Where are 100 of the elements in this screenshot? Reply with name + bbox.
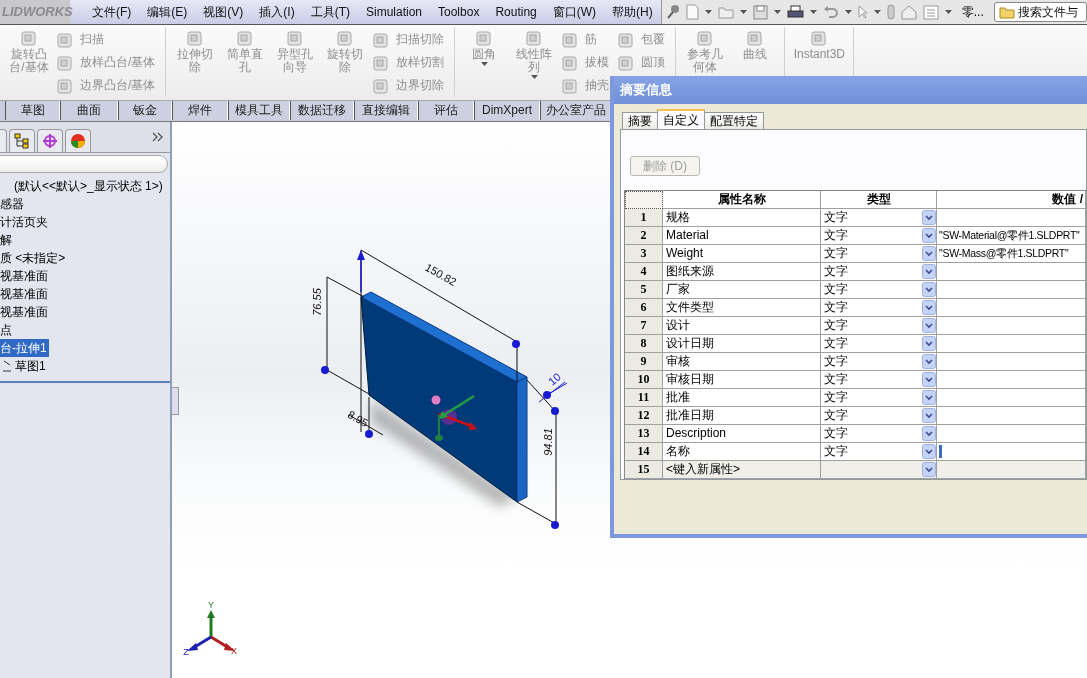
- table-cell[interactable]: 厂家: [663, 281, 821, 299]
- menu-item[interactable]: Routing: [487, 0, 545, 24]
- table-cell[interactable]: 图纸来源: [663, 263, 821, 281]
- save-icon[interactable]: [752, 4, 768, 20]
- tree-item[interactable]: 台-拉伸1: [0, 339, 49, 357]
- search-field[interactable]: 搜索文件与: [993, 2, 1087, 22]
- printer-icon[interactable]: [786, 4, 804, 20]
- menu-item[interactable]: Toolbox: [430, 0, 488, 24]
- type-dropdown[interactable]: 文字: [821, 335, 937, 353]
- dimension-lines-drawing[interactable]: [321, 249, 568, 529]
- undo-icon[interactable]: [822, 5, 839, 19]
- column-header[interactable]: 数值 /: [937, 191, 1086, 209]
- table-cell[interactable]: "SW-Mass@零件1.SLDPRT": [937, 245, 1086, 263]
- table-cell[interactable]: 规格: [663, 209, 821, 227]
- menu-item[interactable]: Simulation: [358, 0, 430, 24]
- type-dropdown[interactable]: 文字: [821, 281, 937, 299]
- table-cell[interactable]: [937, 263, 1086, 281]
- folder-icon[interactable]: [717, 5, 734, 19]
- menu-item[interactable]: 视图(V): [195, 0, 252, 24]
- dimension-label[interactable]: 8.95: [345, 408, 371, 430]
- tree-item[interactable]: (默认<<默认>_显示状态 1>): [0, 177, 165, 195]
- table-cell[interactable]: 审核: [663, 353, 821, 371]
- panel-tab[interactable]: [9, 129, 35, 152]
- dialog-tab[interactable]: 摘要: [622, 112, 658, 129]
- dimension-label[interactable]: 10: [545, 370, 563, 388]
- type-dropdown[interactable]: 文字: [821, 245, 937, 263]
- list-icon[interactable]: [922, 4, 939, 20]
- table-cell[interactable]: Weight: [663, 245, 821, 263]
- move-handle-drawing[interactable]: [431, 394, 477, 441]
- type-dropdown[interactable]: [821, 461, 937, 479]
- table-cell[interactable]: 设计日期: [663, 335, 821, 353]
- table-cell[interactable]: [937, 299, 1086, 317]
- filter-field[interactable]: [0, 155, 168, 173]
- command-tab[interactable]: 直接编辑: [354, 101, 418, 120]
- table-cell[interactable]: 名称: [663, 443, 821, 461]
- panel-tab[interactable]: [0, 129, 7, 152]
- table-cell[interactable]: [937, 317, 1086, 335]
- table-cell[interactable]: [937, 389, 1086, 407]
- command-tab[interactable]: DimXpert: [474, 101, 540, 120]
- command-tab[interactable]: 钣金: [118, 101, 172, 120]
- type-dropdown[interactable]: 文字: [821, 389, 937, 407]
- dimension-label[interactable]: 76.55: [311, 288, 323, 316]
- panel-tab[interactable]: [65, 129, 91, 152]
- type-dropdown[interactable]: 文字: [821, 299, 937, 317]
- new-property-cell[interactable]: <键入新属性>: [663, 461, 821, 479]
- type-dropdown[interactable]: 文字: [821, 371, 937, 389]
- dialog-tab[interactable]: 自定义: [657, 109, 705, 129]
- menu-item[interactable]: 文件(F): [84, 0, 140, 24]
- table-cell[interactable]: [937, 443, 1086, 461]
- type-dropdown[interactable]: 文字: [821, 209, 937, 227]
- table-cell[interactable]: Material: [663, 227, 821, 245]
- tree-item[interactable]: 计活页夹: [0, 213, 50, 231]
- tree-item[interactable]: 视基准面: [0, 267, 50, 285]
- dimension-label[interactable]: 94.81: [542, 428, 554, 456]
- table-cell[interactable]: 文件类型: [663, 299, 821, 317]
- tree-item[interactable]: 视基准面: [0, 303, 50, 321]
- table-cell[interactable]: 设计: [663, 317, 821, 335]
- menu-item[interactable]: 工具(T): [302, 0, 358, 24]
- dialog-tab[interactable]: 配置特定: [704, 112, 764, 129]
- table-cell[interactable]: [937, 371, 1086, 389]
- command-tab[interactable]: 草图: [5, 101, 60, 120]
- menu-item[interactable]: 编辑(E): [139, 0, 196, 24]
- type-dropdown[interactable]: 文字: [821, 263, 937, 281]
- command-tab[interactable]: 评估: [418, 101, 474, 120]
- command-tab[interactable]: 数据迁移: [290, 101, 354, 120]
- table-cell[interactable]: [937, 425, 1086, 443]
- pointer-icon[interactable]: [857, 5, 868, 19]
- table-cell[interactable]: Description: [663, 425, 821, 443]
- column-header[interactable]: 类型: [821, 191, 937, 209]
- type-dropdown[interactable]: 文字: [821, 443, 937, 461]
- table-cell[interactable]: [937, 335, 1086, 353]
- pin-icon[interactable]: [665, 4, 680, 20]
- document-icon[interactable]: [685, 4, 699, 20]
- menu-item[interactable]: 窗口(W): [544, 0, 605, 24]
- command-tab[interactable]: 曲面: [60, 101, 118, 120]
- type-dropdown[interactable]: 文字: [821, 407, 937, 425]
- panel-collapse-handle[interactable]: [172, 387, 179, 415]
- tree-item[interactable]: 视基准面: [0, 285, 50, 303]
- panel-tab[interactable]: [37, 129, 63, 152]
- type-dropdown[interactable]: 文字: [821, 317, 937, 335]
- tree-item[interactable]: 点: [0, 321, 14, 339]
- table-cell[interactable]: 批准日期: [663, 407, 821, 425]
- table-cell[interactable]: 审核日期: [663, 371, 821, 389]
- type-dropdown[interactable]: 文字: [821, 353, 937, 371]
- table-cell[interactable]: [937, 461, 1086, 479]
- command-tab[interactable]: 焊件: [172, 101, 228, 120]
- menu-item[interactable]: 帮助(H): [604, 0, 661, 24]
- chevron-icon[interactable]: [152, 132, 164, 142]
- type-dropdown[interactable]: 文字: [821, 425, 937, 443]
- command-tab[interactable]: 办公室产品: [540, 101, 612, 120]
- tree-item[interactable]: 质 <未指定>: [0, 249, 68, 267]
- column-header[interactable]: 属性名称: [663, 191, 821, 209]
- table-cell[interactable]: [937, 407, 1086, 425]
- tree-item[interactable]: 草图1: [0, 357, 48, 375]
- tree-item[interactable]: 解: [0, 231, 14, 249]
- type-dropdown[interactable]: 文字: [821, 227, 937, 245]
- table-cell[interactable]: [937, 209, 1086, 227]
- tree-item[interactable]: 感器: [0, 195, 26, 213]
- table-cell[interactable]: [937, 353, 1086, 371]
- table-cell[interactable]: [937, 281, 1086, 299]
